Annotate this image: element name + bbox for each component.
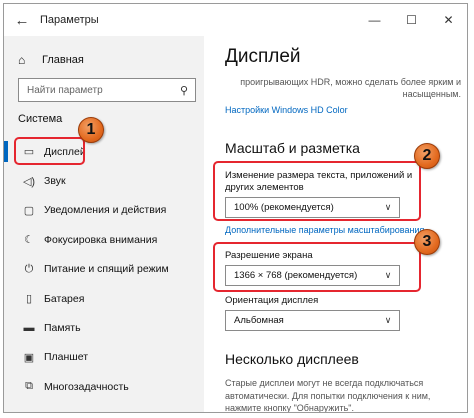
page-title: Дисплей — [225, 46, 301, 67]
sidebar-item-tablet[interactable]: ▣ Планшет — [4, 343, 204, 372]
window-controls: — ☐ ✕ — [356, 4, 467, 36]
sidebar-item-power[interactable]: ⏻ Питание и спящий режим — [4, 255, 204, 284]
highlight-box-2 — [213, 161, 421, 221]
focus-assist-icon: ☾ — [24, 234, 34, 247]
minimize-button[interactable]: — — [356, 4, 393, 36]
sidebar-item-label: Многозадачность — [44, 380, 129, 393]
search-input[interactable]: Найти параметр ⚲ — [18, 78, 196, 102]
sidebar-nav: ▭ Дисплей ◁) Звук ▢ Уведомления и действ… — [4, 137, 204, 402]
sidebar: ⌂ Главная Найти параметр ⚲ Система ▭ Дис… — [4, 36, 204, 412]
sidebar-item-label: Питание и спящий режим — [44, 263, 169, 276]
search-icon[interactable]: ⚲ — [173, 84, 195, 97]
power-icon: ⏻ — [24, 262, 34, 275]
sidebar-item-focus-assist[interactable]: ☾ Фокусировка внимания — [4, 225, 204, 254]
sidebar-item-label: Планшет — [44, 351, 89, 364]
home-icon: ⌂ — [18, 53, 26, 67]
sidebar-item-label: Фокусировка внимания — [44, 233, 158, 246]
back-arrow-icon[interactable]: ← — [4, 4, 40, 36]
sound-icon: ◁) — [22, 175, 36, 188]
sidebar-item-battery[interactable]: ▯ Батарея — [4, 284, 204, 313]
hdr-description: проигрывающих HDR, можно сделать более я… — [240, 77, 461, 99]
storage-icon: ▬ — [23, 322, 35, 335]
sidebar-item-notifications[interactable]: ▢ Уведомления и действия — [4, 196, 204, 225]
sidebar-item-label: Уведомления и действия — [44, 204, 167, 217]
orientation-dropdown[interactable]: Альбомная ∨ — [225, 310, 400, 331]
orientation-value: Альбомная — [234, 315, 284, 326]
highlight-box-3 — [213, 242, 421, 292]
sidebar-item-label: Звук — [44, 175, 66, 188]
multitasking-icon: ⧉ — [25, 380, 33, 393]
orientation-label: Ориентация дисплея — [225, 295, 319, 306]
title-bar: ← Параметры — ☐ ✕ — [4, 4, 467, 36]
advanced-scaling-link[interactable]: Дополнительные параметры масштабирования — [225, 225, 424, 235]
sidebar-item-sound[interactable]: ◁) Звук — [4, 166, 204, 195]
sidebar-item-label: Память — [44, 322, 81, 335]
step-badge-2: 2 — [414, 143, 440, 169]
hdr-color-link[interactable]: Настройки Windows HD Color — [225, 105, 348, 115]
sidebar-item-storage[interactable]: ▬ Память — [4, 313, 204, 342]
step-badge-1: 1 — [78, 117, 104, 143]
home-label: Главная — [42, 54, 84, 66]
window-title: Параметры — [40, 14, 99, 26]
close-button[interactable]: ✕ — [430, 4, 467, 36]
multi-display-heading: Несколько дисплеев — [225, 351, 359, 367]
sidebar-item-label: Батарея — [44, 292, 85, 305]
search-placeholder: Найти параметр — [27, 84, 103, 96]
scale-section-heading: Масштаб и разметка — [225, 140, 360, 156]
tablet-icon: ▣ — [23, 351, 35, 364]
notifications-icon: ▢ — [23, 204, 35, 217]
sidebar-item-home[interactable]: ⌂ Главная — [4, 48, 84, 72]
highlight-box-1 — [14, 137, 85, 165]
battery-icon: ▯ — [25, 293, 33, 306]
main-content: Дисплей проигрывающих HDR, можно сделать… — [204, 36, 467, 413]
maximize-button[interactable]: ☐ — [393, 4, 430, 36]
sidebar-item-multitasking[interactable]: ⧉ Многозадачность — [4, 372, 204, 401]
chevron-down-icon: ∨ — [384, 315, 392, 325]
step-badge-3: 3 — [414, 229, 440, 255]
sidebar-section-title: Система — [18, 113, 63, 125]
multi-display-description: Старые дисплеи могут не всегда подключат… — [225, 378, 431, 413]
